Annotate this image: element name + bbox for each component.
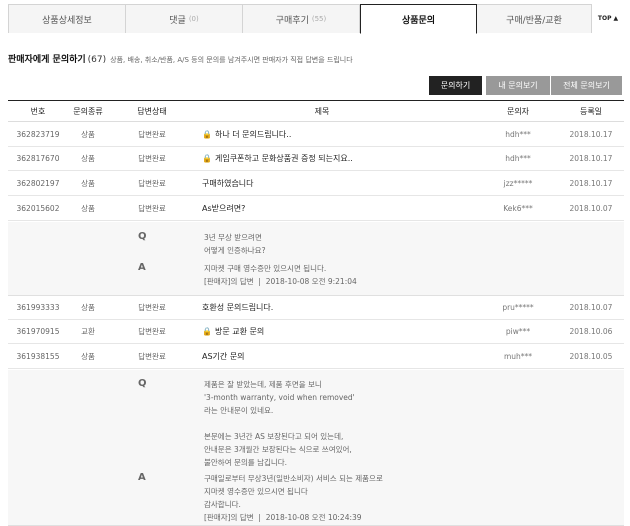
tab-count: (0) <box>188 15 199 23</box>
row-type: 교환 <box>81 327 95 336</box>
row-type: 상품 <box>81 352 95 361</box>
table-row[interactable]: 362015602 상품 답변완료 As받으려면? Kek6*** 2018.1… <box>8 197 624 221</box>
tab-bar: 상품상세정보 댓글 (0) 구매후기 (55) 상품문의 구매/반품/교환 TOP ▲ <box>8 4 624 34</box>
row-title: 호환성 문의드립니다. <box>202 303 274 312</box>
row-number: 362817670 <box>16 154 60 163</box>
column-header-title: 제목 <box>314 106 330 116</box>
all-inquiries-button[interactable]: 전체 문의보기 <box>551 76 622 95</box>
top-label: TOP <box>597 15 612 22</box>
row-date: 2018.10.17 <box>569 130 613 139</box>
row-title: 방문 교환 문의 <box>214 327 265 336</box>
row-status: 답변완료 <box>138 327 166 336</box>
row-type: 상품 <box>81 204 95 213</box>
row-type: 상품 <box>81 154 95 163</box>
lock-icon: 🔒 <box>202 327 212 336</box>
row-number: 362802197 <box>16 179 60 188</box>
row-date: 2018.10.07 <box>569 303 613 312</box>
table-header: 번호 문의종류 답변상태 제목 문의자 등록일 <box>8 100 624 122</box>
heading-description: 상품, 배송, 취소/반품, A/S 등의 문의를 남겨주시면 판매자가 직접 … <box>110 56 353 64</box>
tab-label: 댓글 <box>169 15 186 26</box>
row-status: 답변완료 <box>138 154 166 163</box>
row-title: 구매하였습니다 <box>202 179 254 188</box>
row-title-link[interactable]: 🔒 방문 교환 문의 <box>194 320 434 343</box>
row-author: jzz***** <box>503 179 533 188</box>
row-type: 상품 <box>81 303 95 312</box>
row-title-link[interactable]: 호환성 문의드립니다. <box>194 296 434 319</box>
lock-icon: 🔒 <box>202 154 212 163</box>
row-author: hdh*** <box>505 154 531 163</box>
answer-mark: A <box>138 262 146 273</box>
row-number: 362823719 <box>16 130 60 139</box>
row-date: 2018.10.05 <box>569 352 613 361</box>
row-number: 362015602 <box>16 204 60 213</box>
tab-product-detail[interactable]: 상품상세정보 <box>8 4 126 33</box>
question-text: 3년 무상 받으려면 어떻게 인증하나요? <box>204 233 266 255</box>
tab-count: (55) <box>311 15 327 23</box>
row-title-link[interactable]: 🔒 하나 더 문의드립니다.. <box>194 123 434 146</box>
question-mark: Q <box>138 231 147 242</box>
row-type: 상품 <box>81 179 95 188</box>
column-header-status: 답변상태 <box>137 106 167 116</box>
table-row[interactable]: 362823719 상품 답변완료 🔒 하나 더 문의드립니다.. hdh*** … <box>8 123 624 147</box>
row-title: 하나 더 문의드립니다.. <box>214 130 292 139</box>
row-author: muh*** <box>503 352 533 361</box>
row-date: 2018.10.07 <box>569 204 613 213</box>
inquiry-detail: Q 3년 무상 받으려면 어떻게 인증하나요? A 지마켓 구매 영수증만 있으… <box>8 222 624 296</box>
my-inquiries-button[interactable]: 내 문의보기 <box>486 76 550 95</box>
row-date: 2018.10.06 <box>569 327 613 336</box>
column-header-number: 번호 <box>30 106 46 116</box>
top-button[interactable]: TOP ▲ <box>592 4 624 33</box>
tab-label: 구매/반품/교환 <box>506 15 562 26</box>
answer-mark: A <box>138 472 146 483</box>
column-header-type: 문의종류 <box>73 106 103 116</box>
arrow-up-icon: ▲ <box>613 15 619 22</box>
column-header-date: 등록일 <box>579 106 603 116</box>
row-date: 2018.10.17 <box>569 154 613 163</box>
heading-count: (67) <box>87 55 107 65</box>
lock-icon: 🔒 <box>202 130 212 139</box>
table-row[interactable]: 361970915 교환 답변완료 🔒 방문 교환 문의 piw*** 2018.… <box>8 320 624 344</box>
row-title-link[interactable]: AS기간 문의 <box>194 345 434 368</box>
row-title-link[interactable]: 구매하였습니다 <box>194 172 434 195</box>
row-type: 상품 <box>81 130 95 139</box>
row-author: pru***** <box>502 303 534 312</box>
table-row[interactable]: 362817670 상품 답변완료 🔒 게임쿠폰하고 문화상품권 증정 되는지요.… <box>8 147 624 171</box>
row-status: 답변완료 <box>138 179 166 188</box>
row-title-link[interactable]: As받으려면? <box>194 197 434 220</box>
tab-purchase-return-exchange[interactable]: 구매/반품/교환 <box>477 4 592 33</box>
row-status: 답변완료 <box>138 130 166 139</box>
answer-text: 구매일로부터 무상3년(일반소비자) 서비스 되는 제품으로 지마켓 영수증만 … <box>204 474 383 522</box>
tab-label: 상품문의 <box>401 15 436 26</box>
row-number: 361993333 <box>16 303 60 312</box>
column-header-author: 문의자 <box>506 106 530 116</box>
row-title: As받으려면? <box>202 204 246 213</box>
table-row[interactable]: 362802197 상품 답변완료 구매하였습니다 jzz***** 2018.… <box>8 172 624 196</box>
row-number: 361970915 <box>16 327 60 336</box>
tab-reviews[interactable]: 구매후기 (55) <box>243 4 360 33</box>
row-author: Kek6*** <box>503 204 533 213</box>
row-title-link[interactable]: 🔒 게임쿠폰하고 문화상품권 증정 되는지요.. <box>194 147 434 170</box>
row-status: 답변완료 <box>138 303 166 312</box>
table-row[interactable]: 361938155 상품 답변완료 AS기간 문의 muh*** 2018.10… <box>8 345 624 369</box>
row-status: 답변완료 <box>138 352 166 361</box>
tab-product-inquiry[interactable]: 상품문의 <box>360 4 477 34</box>
heading-title: 판매자에게 문의하기 <box>8 55 86 65</box>
inquiry-heading: 판매자에게 문의하기 (67) 상품, 배송, 취소/반품, A/S 등의 문의를 … <box>8 52 353 65</box>
question-text: 제품은 잘 받았는데, 제품 후면을 보니 '3-month warranty,… <box>204 380 355 467</box>
question-mark: Q <box>138 378 147 389</box>
tab-comments[interactable]: 댓글 (0) <box>126 4 243 33</box>
row-status: 답변완료 <box>138 204 166 213</box>
row-date: 2018.10.17 <box>569 179 613 188</box>
row-number: 361938155 <box>16 352 60 361</box>
row-author: hdh*** <box>505 130 531 139</box>
row-title: AS기간 문의 <box>202 352 245 361</box>
inquiry-detail: Q 제품은 잘 받았는데, 제품 후면을 보니 '3-month warrant… <box>8 370 624 526</box>
tab-label: 구매후기 <box>275 15 309 26</box>
ask-question-button[interactable]: 문의하기 <box>429 76 482 95</box>
row-title: 게임쿠폰하고 문화상품권 증정 되는지요.. <box>214 154 353 163</box>
answer-text: 지마켓 구매 영수증만 있으시면 됩니다. [판매자]의 답변 | 2018-1… <box>204 264 357 286</box>
tab-label: 상품상세정보 <box>42 15 92 26</box>
table-row[interactable]: 361993333 상품 답변완료 호환성 문의드립니다. pru***** 2… <box>8 296 624 320</box>
row-author: piw*** <box>505 327 531 336</box>
